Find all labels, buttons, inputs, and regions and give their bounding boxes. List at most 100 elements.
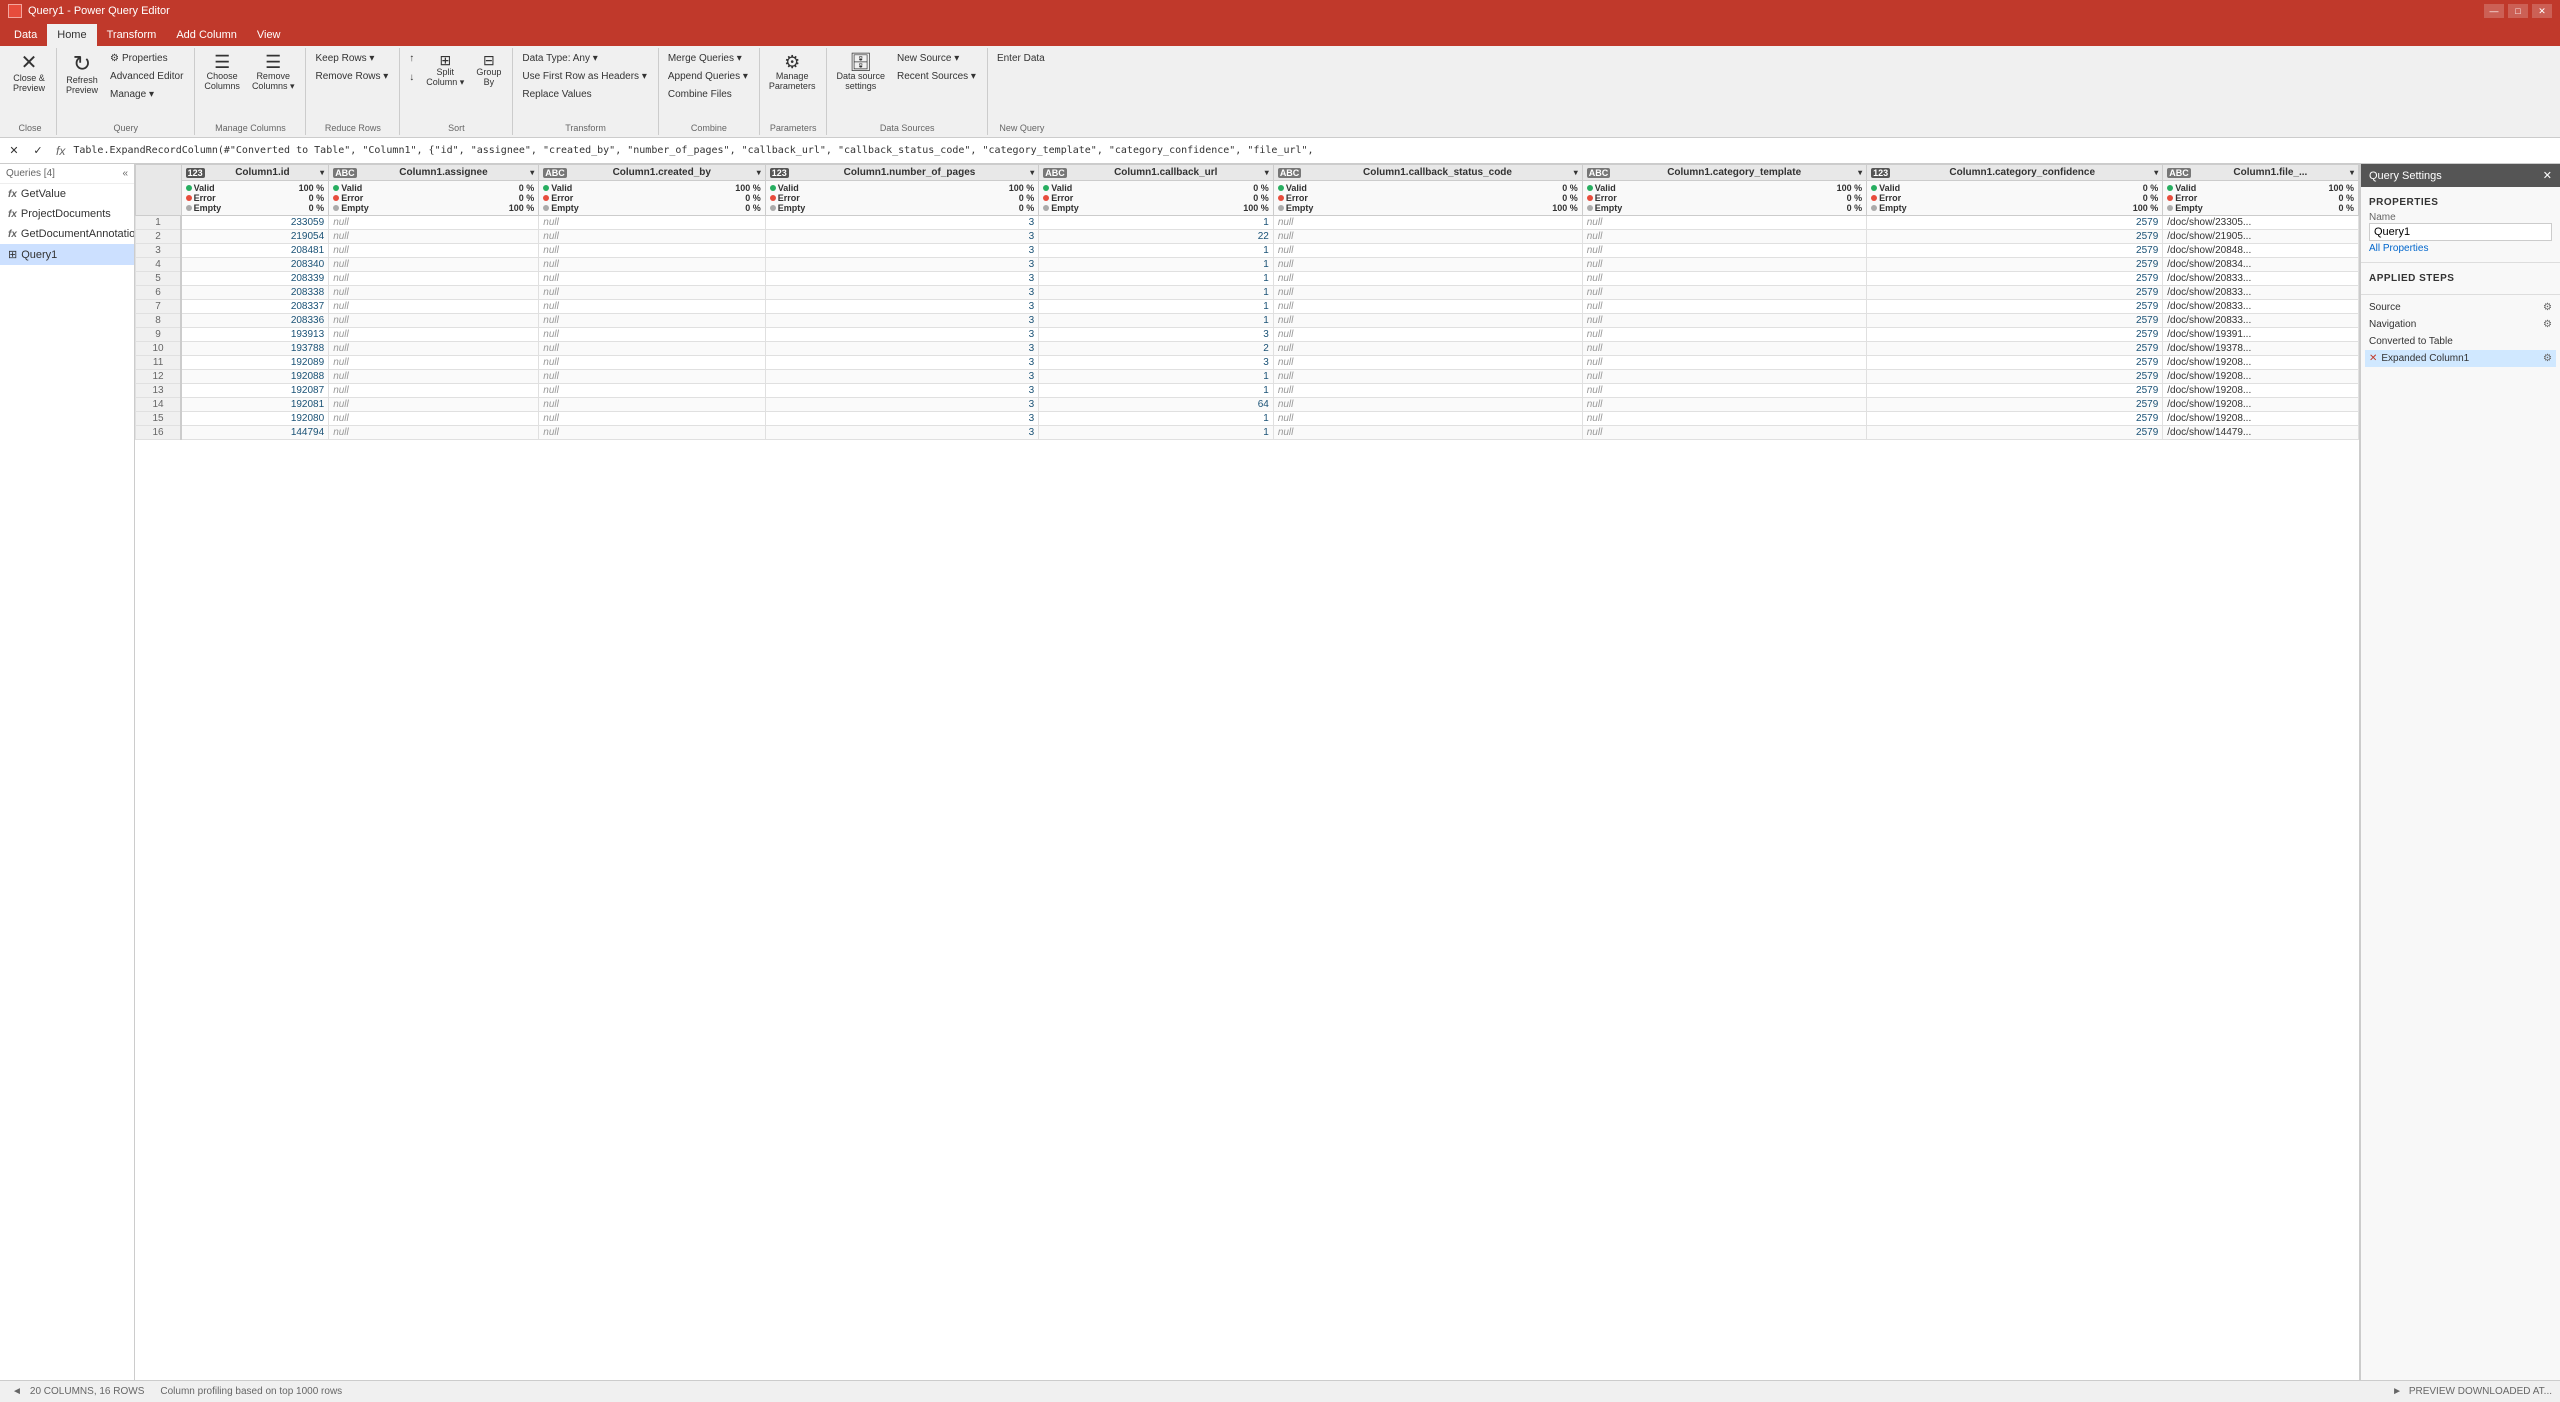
nav-left-btn[interactable]: ◄ <box>8 1386 26 1397</box>
table-row: 1233059nullnull31nullnull2579/doc/show/2… <box>136 216 2359 230</box>
refresh-preview-button[interactable]: ↻ RefreshPreview <box>61 50 103 98</box>
table-cell: 193788 <box>181 342 329 356</box>
row-number: 14 <box>136 398 182 412</box>
query-item-getdocannotations[interactable]: fx GetDocumentAnnotations <box>0 224 134 244</box>
query-name-getvalue: GetValue <box>21 188 66 200</box>
filter-icon-cattemplate[interactable]: ▾ <box>1858 168 1862 177</box>
data-type-button[interactable]: Data Type: Any ▾ <box>517 50 652 67</box>
applied-steps-title: APPLIED STEPS <box>2369 269 2552 288</box>
step-converted-to-table[interactable]: Converted to Table <box>2365 333 2556 350</box>
close-btn[interactable]: ✕ <box>2532 4 2552 18</box>
data-grid[interactable]: 123 Column1.id ▾ Valid100 % Error0 % Emp… <box>135 164 2360 1380</box>
filter-icon-assignee[interactable]: ▾ <box>530 168 534 177</box>
choose-columns-button[interactable]: ☰ ChooseColumns <box>199 50 245 94</box>
close-preview-button[interactable]: ✕ Close &Preview <box>8 50 50 96</box>
table-row: 2219054nullnull322nullnull2579/doc/show/… <box>136 230 2359 244</box>
all-properties-link[interactable]: All Properties <box>2369 241 2552 256</box>
row-number: 6 <box>136 286 182 300</box>
remove-columns-button[interactable]: ☰ RemoveColumns ▾ <box>247 50 300 95</box>
data-source-settings-button[interactable]: 🗄 Data sourcesettings <box>831 50 890 94</box>
tab-data[interactable]: Data <box>4 24 47 46</box>
remove-rows-button[interactable]: Remove Rows ▾ <box>310 68 393 85</box>
table-cell: 3 <box>765 300 1038 314</box>
formula-confirm-btn[interactable]: ✓ <box>28 141 48 161</box>
formula-cancel-btn[interactable]: ✕ <box>4 141 24 161</box>
use-first-row-button[interactable]: Use First Row as Headers ▾ <box>517 68 652 85</box>
table-cell: null <box>539 244 765 258</box>
query-item-query1[interactable]: ⊞ Query1 <box>0 244 134 265</box>
filter-icon-fileurl[interactable]: ▾ <box>2350 168 2354 177</box>
gear-icon-expanded[interactable]: ⚙ <box>2543 353 2552 364</box>
advanced-editor-button[interactable]: Advanced Editor <box>105 68 188 85</box>
tab-view[interactable]: View <box>247 24 291 46</box>
filter-icon-catconfidence[interactable]: ▾ <box>2154 168 2158 177</box>
group-label-close: Close <box>4 123 56 133</box>
group-by-button[interactable]: ⊟ GroupBy <box>471 50 506 90</box>
filter-icon-id[interactable]: ▾ <box>320 168 324 177</box>
tab-home[interactable]: Home <box>47 24 96 46</box>
maximize-btn[interactable]: □ <box>2508 4 2528 18</box>
nav-right-btn[interactable]: ► <box>2388 1386 2406 1397</box>
split-column-button[interactable]: ⊞ SplitColumn ▾ <box>421 50 469 91</box>
window-controls[interactable]: — □ ✕ <box>2484 4 2552 18</box>
append-queries-button[interactable]: Append Queries ▾ <box>663 68 753 85</box>
replace-values-button[interactable]: Replace Values <box>517 86 652 103</box>
group-label-manage-columns: Manage Columns <box>195 123 305 133</box>
new-source-button[interactable]: New Source ▾ <box>892 50 981 67</box>
manage-parameters-button[interactable]: ⚙ ManageParameters <box>764 50 821 94</box>
col-header-created-by[interactable]: ABC Column1.created_by ▾ Valid100 % Erro… <box>539 165 765 216</box>
group-label-ds: Data Sources <box>827 123 986 133</box>
table-cell: null <box>329 244 539 258</box>
empty-dot-id <box>186 205 192 211</box>
queries-collapse-icon[interactable]: « <box>122 168 128 179</box>
gear-icon-source[interactable]: ⚙ <box>2543 302 2552 313</box>
properties-button[interactable]: ⚙ Properties <box>105 50 188 67</box>
combine-files-button[interactable]: Combine Files <box>663 86 753 103</box>
query-settings-close[interactable]: ✕ <box>2543 169 2552 182</box>
table-cell: /doc/show/23305... <box>2163 216 2359 230</box>
gear-icon-navigation[interactable]: ⚙ <box>2543 319 2552 330</box>
step-source[interactable]: Source ⚙ <box>2365 299 2556 316</box>
empty-dot-assignee <box>333 205 339 211</box>
query-name-input[interactable] <box>2369 223 2552 241</box>
enter-data-button[interactable]: Enter Data <box>992 50 1050 67</box>
query-item-getvalue[interactable]: fx GetValue <box>0 184 134 204</box>
table-cell: null <box>1582 398 1866 412</box>
recent-sources-button[interactable]: Recent Sources ▾ <box>892 68 981 85</box>
formula-input[interactable] <box>73 145 2556 156</box>
col-header-fileurl[interactable]: ABC Column1.file_... ▾ Valid100 % Error0… <box>2163 165 2359 216</box>
ribbon-group-combine: Merge Queries ▾ Append Queries ▾ Combine… <box>659 48 760 135</box>
query-item-projectdocs[interactable]: fx ProjectDocuments <box>0 204 134 224</box>
keep-rows-button[interactable]: Keep Rows ▾ <box>310 50 393 67</box>
table-cell: 1 <box>1039 314 1274 328</box>
table-cell: null <box>329 230 539 244</box>
merge-queries-button[interactable]: Merge Queries ▾ <box>663 50 753 67</box>
col-header-cattemplate[interactable]: ABC Column1.category_template ▾ Valid100… <box>1582 165 1866 216</box>
error-dot-callbackstatus <box>1278 195 1284 201</box>
table-cell: null <box>1273 426 1582 440</box>
data-table: 123 Column1.id ▾ Valid100 % Error0 % Emp… <box>135 164 2359 440</box>
table-cell: 2579 <box>1867 244 2163 258</box>
col-header-numpages[interactable]: 123 Column1.number_of_pages ▾ Valid100 %… <box>765 165 1038 216</box>
manage-button[interactable]: Manage ▾ <box>105 86 188 103</box>
col-header-callbackstatus[interactable]: ABC Column1.callback_status_code ▾ Valid… <box>1273 165 1582 216</box>
sort-desc-button[interactable]: ↓ <box>404 69 419 86</box>
col-header-id[interactable]: 123 Column1.id ▾ Valid100 % Error0 % Emp… <box>181 165 329 216</box>
step-expanded-column1[interactable]: ✕ Expanded Column1 ⚙ <box>2365 350 2556 367</box>
table-cell: 2 <box>1039 342 1274 356</box>
status-right: ► PREVIEW DOWNLOADED AT... <box>2388 1386 2552 1397</box>
tab-add-column[interactable]: Add Column <box>166 24 247 46</box>
minimize-btn[interactable]: — <box>2484 4 2504 18</box>
filter-icon-createdby[interactable]: ▾ <box>757 168 761 177</box>
filter-icon-numpages[interactable]: ▾ <box>1030 168 1034 177</box>
col-header-assignee[interactable]: ABC Column1.assignee ▾ Valid0 % Error0 %… <box>329 165 539 216</box>
table-cell: null <box>1273 398 1582 412</box>
sort-asc-button[interactable]: ↑ <box>404 50 419 67</box>
col-header-callbackurl[interactable]: ABC Column1.callback_url ▾ Valid0 % Erro… <box>1039 165 1274 216</box>
app-icon <box>8 4 22 18</box>
step-navigation[interactable]: Navigation ⚙ <box>2365 316 2556 333</box>
tab-transform[interactable]: Transform <box>97 24 167 46</box>
col-header-catconfidence[interactable]: 123 Column1.category_confidence ▾ Valid0… <box>1867 165 2163 216</box>
filter-icon-callbackstatus[interactable]: ▾ <box>1574 168 1578 177</box>
filter-icon-callbackurl[interactable]: ▾ <box>1265 168 1269 177</box>
